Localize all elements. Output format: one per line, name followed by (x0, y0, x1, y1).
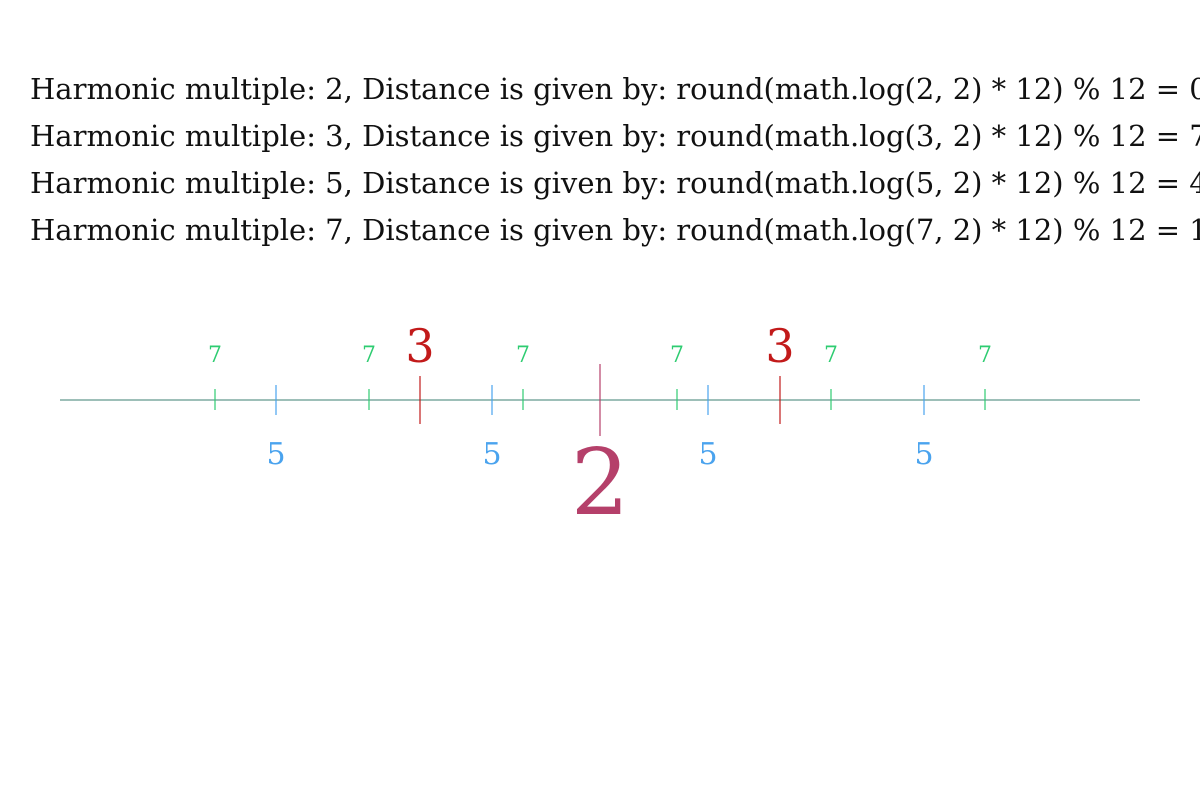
tick-label-2: 2 (571, 429, 630, 536)
tick-label-7: 7 (208, 343, 222, 368)
tick-label-5: 5 (482, 437, 501, 472)
tick-label-7: 7 (978, 343, 992, 368)
harmonic-ruler: 2 3 3 5 5 5 5 7 7 7 7 7 7 (60, 319, 1140, 536)
tick-label-5: 5 (914, 437, 933, 472)
tick-label-5: 5 (266, 437, 285, 472)
tick-label-7: 7 (516, 343, 530, 368)
tick-label-5: 5 (698, 437, 717, 472)
tick-label-3: 3 (405, 319, 434, 373)
harmonic-diagram: Harmonic multiple: 2, Distance is given … (0, 0, 1200, 800)
tick-label-7: 7 (670, 343, 684, 368)
tick-label-3: 3 (765, 319, 794, 373)
tick-label-7: 7 (824, 343, 838, 368)
tick-label-7: 7 (362, 343, 376, 368)
